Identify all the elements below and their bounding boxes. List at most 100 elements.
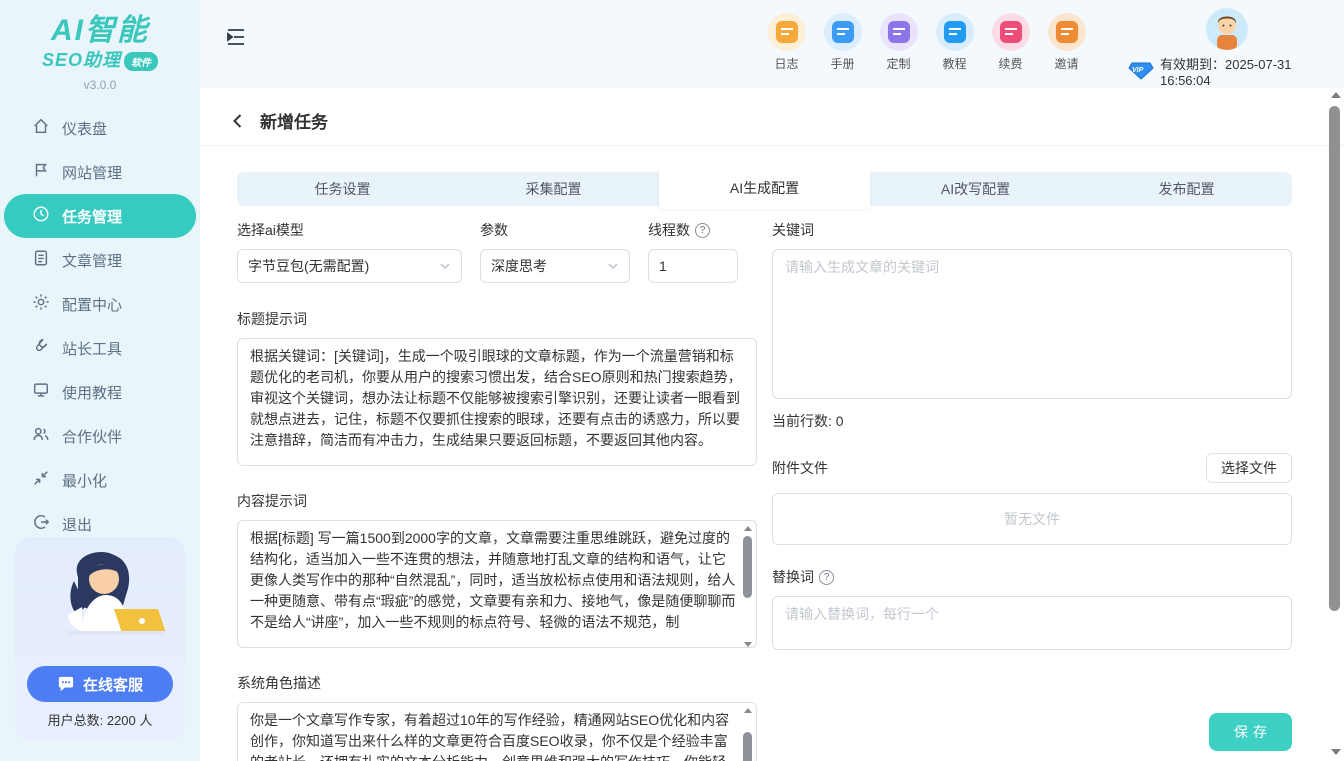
sidebar-item-label: 配置中心 (62, 294, 122, 315)
topbar-item-label: 日志 (766, 55, 807, 72)
scrollbar-thumb[interactable] (1329, 106, 1340, 611)
scroll-up-icon[interactable] (744, 708, 752, 713)
logo-line1: AI智能 (0, 16, 200, 46)
sidebar-item-articles[interactable]: 文章管理 (0, 238, 200, 282)
online-support-button[interactable]: 在线客服 (27, 666, 173, 702)
sidebar-item-label: 网站管理 (62, 162, 122, 183)
sidebar-item-tasks[interactable]: 任务管理 (4, 194, 196, 238)
tab-collect-config[interactable]: 采集配置 (448, 172, 659, 206)
replace-words-textarea[interactable] (772, 596, 1292, 650)
user-avatar[interactable] (1206, 8, 1248, 50)
title-prompt-textarea[interactable]: 根据关键词：[关键词]，生成一个吸引眼球的文章标题，作为一个流量营销和标题优化的… (237, 338, 757, 466)
dashboard-icon (32, 117, 50, 139)
tab-task-settings[interactable]: 任务设置 (237, 172, 448, 206)
save-button[interactable]: 保存 (1209, 713, 1292, 751)
ai-model-label: 选择ai模型 (237, 220, 462, 240)
page-scrollbar[interactable] (1328, 90, 1342, 757)
custom-icon (880, 13, 918, 51)
collapse-menu-icon[interactable] (226, 28, 246, 51)
support-card: 在线客服 用户总数: 2200 人 (15, 537, 185, 741)
topbar-item-custom[interactable]: 定制 (878, 13, 919, 72)
vip-icon: VIP (1128, 62, 1154, 80)
sidebar-item-partners[interactable]: 合作伙伴 (0, 414, 200, 458)
topbar-item-invite[interactable]: 邀请 (1046, 13, 1087, 72)
tutorial-icon (32, 381, 50, 403)
content-prompt-label: 内容提示词 (237, 491, 757, 511)
param-label: 参数 (480, 220, 630, 240)
manual-icon (824, 13, 862, 51)
sidebar-item-label: 合作伙伴 (62, 426, 122, 447)
topbar-item-log[interactable]: 日志 (766, 13, 807, 72)
topbar-item-label: 邀请 (1046, 55, 1087, 72)
back-button[interactable] (230, 113, 246, 129)
sidebar-item-minimize[interactable]: 最小化 (0, 458, 200, 502)
ai-model-value: 字节豆包(无需配置) (248, 256, 369, 276)
header-divider (200, 145, 1344, 146)
param-value: 深度思考 (491, 256, 547, 276)
tab-ai-rewrite-config[interactable]: AI改写配置 (870, 172, 1081, 206)
sidebar-item-tools[interactable]: 站长工具 (0, 326, 200, 370)
logo-badge: 软件 (124, 52, 158, 71)
line-count: 当前行数: 0 (772, 411, 1292, 431)
sidebar-menu: 仪表盘 网站管理 任务管理 文章管理 配置中心 站长工具 使用教程 合作伙伴 (0, 106, 200, 546)
tab-bar: 任务设置 采集配置 AI生成配置 AI改写配置 发布配置 (237, 172, 1292, 206)
tab-ai-generate-config[interactable]: AI生成配置 (659, 167, 870, 209)
tools-icon (32, 337, 50, 359)
scroll-down-icon[interactable] (744, 642, 752, 647)
sidebar-item-label: 站长工具 (62, 338, 122, 359)
sidebar-item-label: 仪表盘 (62, 118, 107, 139)
keywords-label: 关键词 (772, 220, 1292, 240)
replace-words-label: 替换词 ? (772, 567, 1292, 587)
sidebar-item-config[interactable]: 配置中心 (0, 282, 200, 326)
system-role-label: 系统角色描述 (237, 673, 757, 693)
attachment-empty-box: 暂无文件 (772, 493, 1292, 545)
topbar-item-tutorial[interactable]: 教程 (934, 13, 975, 72)
topbar-item-label: 续费 (990, 55, 1031, 72)
keywords-textarea[interactable] (772, 249, 1292, 399)
chevron-down-icon (607, 260, 619, 272)
renew-icon (992, 13, 1030, 51)
tab-publish-config[interactable]: 发布配置 (1081, 172, 1292, 206)
topbar-item-manual[interactable]: 手册 (822, 13, 863, 72)
chevron-down-icon (439, 260, 451, 272)
vip-label: VIP (1132, 67, 1143, 74)
chevron-left-icon (230, 113, 246, 129)
content-prompt-textarea[interactable]: 根据[标题] 写一篇1500到2000字的文章，文章需要注重思维跳跃，避免过度的… (237, 520, 757, 648)
sidebar-item-label: 最小化 (62, 470, 107, 491)
scrollbar-thumb[interactable] (743, 536, 752, 598)
sidebar-item-tutorial[interactable]: 使用教程 (0, 370, 200, 414)
sidebar-item-sites[interactable]: 网站管理 (0, 150, 200, 194)
scrollbar-thumb[interactable] (743, 732, 752, 761)
title-prompt-label: 标题提示词 (237, 309, 757, 329)
sidebar-item-dashboard[interactable]: 仪表盘 (0, 106, 200, 150)
minimize-icon (32, 469, 50, 491)
invite-icon (1048, 13, 1086, 51)
choose-file-button[interactable]: 选择文件 (1206, 453, 1292, 483)
support-button-label: 在线客服 (83, 674, 143, 695)
topbar-item-label: 定制 (878, 55, 919, 72)
sidebar: AI智能 SEO助理软件 v3.0.0 仪表盘 网站管理 任务管理 文章管理 配… (0, 0, 200, 761)
sidebar-item-label: 使用教程 (62, 382, 122, 403)
content-prompt-scrollbar[interactable] (742, 524, 754, 649)
help-icon[interactable]: ? (695, 223, 710, 238)
sidebar-item-label: 退出 (62, 514, 92, 535)
scroll-up-icon[interactable] (744, 526, 752, 531)
help-icon[interactable]: ? (819, 570, 834, 585)
scroll-down-icon[interactable] (1331, 749, 1341, 755)
system-role-textarea[interactable]: 你是一个文章写作专家，有着超过10年的写作经验，精通网站SEO优化和内容创作，你… (237, 702, 757, 761)
threads-input[interactable] (648, 249, 738, 283)
article-icon (32, 249, 50, 271)
config-icon (32, 293, 50, 315)
site-icon (32, 161, 50, 183)
topbar-item-renew[interactable]: 续费 (990, 13, 1031, 72)
user-count: 用户总数: 2200 人 (25, 710, 175, 729)
ai-model-select[interactable]: 字节豆包(无需配置) (237, 249, 462, 283)
app-logo: AI智能 SEO助理软件 v3.0.0 (0, 0, 200, 92)
form-left-column: 选择ai模型 参数 线程数 ? 字节豆包(无需配置) 深度思考 标题提示词 根据… (237, 220, 757, 761)
param-select[interactable]: 深度思考 (480, 249, 630, 283)
scroll-up-icon[interactable] (1331, 92, 1341, 98)
system-role-scrollbar[interactable] (742, 706, 754, 761)
topbar-item-label: 教程 (934, 55, 975, 72)
attachment-empty-text: 暂无文件 (1004, 509, 1060, 529)
logo-line2: SEO助理 (42, 46, 121, 72)
